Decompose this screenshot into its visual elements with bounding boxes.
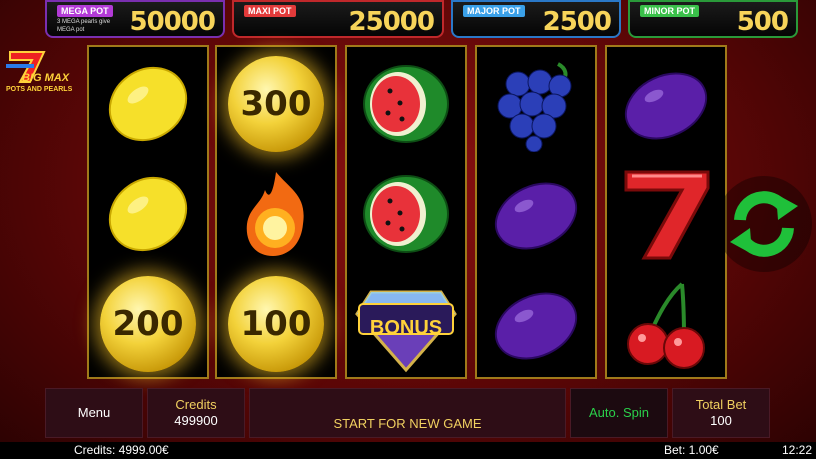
symbol-coin-200: 200 bbox=[89, 269, 207, 379]
symbol-grapes bbox=[477, 49, 595, 159]
autospin-button[interactable]: Auto. Spin bbox=[570, 388, 668, 438]
coin-value: 300 bbox=[240, 84, 312, 124]
fireball-icon bbox=[246, 172, 304, 256]
symbol-lemon bbox=[89, 159, 207, 269]
watermelon-icon bbox=[363, 175, 449, 253]
credits-label: Credits bbox=[175, 397, 217, 412]
credits-value: 499900 bbox=[174, 413, 218, 428]
grapes-icon bbox=[497, 62, 572, 152]
status-bet: Bet: 1.00€ bbox=[664, 443, 719, 457]
plum-icon bbox=[624, 72, 708, 140]
logo-line1: BIG MAX bbox=[22, 72, 70, 84]
mega-pot-label: MEGA POT bbox=[57, 5, 113, 17]
plum-icon bbox=[494, 182, 578, 250]
mega-pot-value: 50000 bbox=[129, 7, 216, 37]
maxi-pot: MAXI POT 25000 bbox=[232, 0, 444, 38]
total-bet-value: 100 bbox=[710, 413, 732, 428]
refresh-icon bbox=[730, 191, 798, 257]
mega-pot-note: 3 MEGA pearls give MEGA pot bbox=[57, 19, 111, 33]
total-bet-label: Total Bet bbox=[695, 397, 747, 412]
game-logo: BIG MAX POTS AND PEARLS bbox=[4, 46, 74, 100]
minor-pot-value: 500 bbox=[736, 7, 789, 37]
autospin-label: Auto. Spin bbox=[589, 405, 649, 420]
major-pot: MAJOR POT 2500 bbox=[451, 0, 621, 38]
reel-4 bbox=[475, 45, 597, 379]
status-bar: Credits: 4999.00€ Bet: 1.00€ 12:22 bbox=[0, 442, 816, 459]
spin-button[interactable] bbox=[716, 176, 812, 272]
cherries-icon bbox=[627, 282, 705, 369]
plum-icon bbox=[494, 292, 578, 360]
coin-value: 100 bbox=[240, 304, 312, 344]
mega-pot: MEGA POT 3 MEGA pearls give MEGA pot 500… bbox=[45, 0, 225, 38]
menu-button[interactable]: Menu bbox=[45, 388, 143, 438]
symbol-plum bbox=[477, 159, 595, 269]
logo-line2: POTS AND PEARLS bbox=[6, 86, 73, 93]
total-bet-panel[interactable]: Total Bet 100 bbox=[672, 388, 770, 438]
symbol-fireball bbox=[217, 159, 335, 269]
symbol-bonus: BONUS bbox=[347, 269, 465, 379]
coin-icon: 200 bbox=[100, 276, 196, 372]
reel-2: 300 100 bbox=[215, 45, 337, 379]
watermelon-icon bbox=[363, 65, 449, 143]
reel-1: 200 bbox=[87, 45, 209, 379]
seven-icon bbox=[624, 170, 710, 260]
minor-pot-label: MINOR POT bbox=[640, 5, 699, 17]
status-time: 12:22 bbox=[781, 443, 812, 457]
menu-label: Menu bbox=[77, 405, 111, 420]
maxi-pot-value: 25000 bbox=[348, 7, 435, 37]
symbol-watermelon bbox=[347, 49, 465, 159]
status-credits: Credits: 4999.00€ bbox=[74, 443, 169, 457]
coin-icon: 100 bbox=[228, 276, 324, 372]
coin-value: 200 bbox=[112, 304, 184, 344]
symbol-plum bbox=[607, 49, 725, 159]
bonus-label: BONUS bbox=[369, 317, 443, 339]
start-game-button[interactable]: START FOR NEW GAME bbox=[249, 388, 566, 438]
reel-5 bbox=[605, 45, 727, 379]
symbol-coin-100: 100 bbox=[217, 269, 335, 379]
symbol-seven bbox=[607, 159, 725, 269]
symbol-cherries bbox=[607, 269, 725, 379]
symbol-watermelon bbox=[347, 159, 465, 269]
start-label: START FOR NEW GAME bbox=[333, 416, 482, 431]
maxi-pot-label: MAXI POT bbox=[244, 5, 296, 17]
lemon-icon bbox=[108, 176, 188, 252]
symbol-plum bbox=[477, 269, 595, 379]
major-pot-label: MAJOR POT bbox=[463, 5, 525, 17]
lemon-icon bbox=[108, 66, 188, 142]
credits-panel: Credits 499900 bbox=[147, 388, 245, 438]
symbol-coin-300: 300 bbox=[217, 49, 335, 159]
minor-pot: MINOR POT 500 bbox=[628, 0, 798, 38]
symbol-lemon bbox=[89, 49, 207, 159]
major-pot-value: 2500 bbox=[542, 7, 612, 37]
coin-icon: 300 bbox=[228, 56, 324, 152]
reel-3: BONUS bbox=[345, 45, 467, 379]
